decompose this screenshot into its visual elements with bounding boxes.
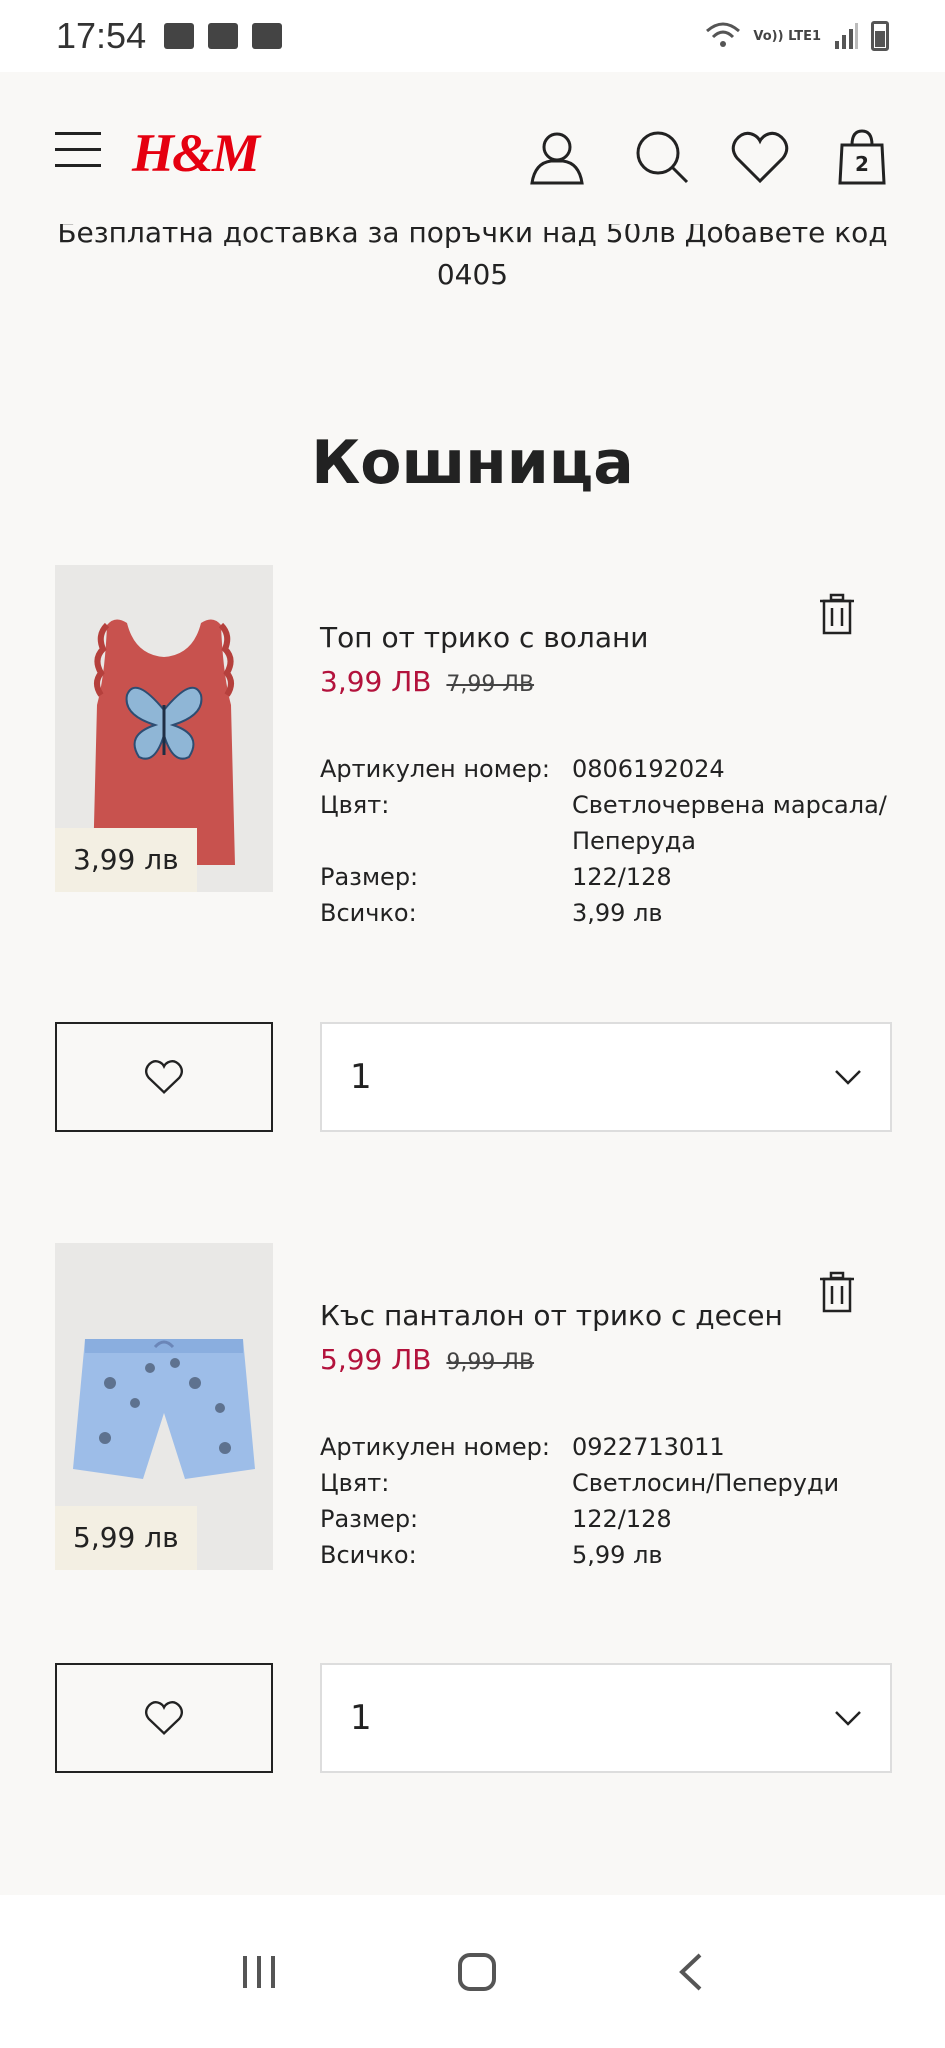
status-time: 17:54 bbox=[56, 15, 147, 56]
quantity-select[interactable]: 1 bbox=[320, 1663, 892, 1773]
search-icon[interactable] bbox=[632, 127, 692, 187]
heart-icon bbox=[145, 1060, 183, 1094]
wifi-icon bbox=[706, 22, 741, 47]
favorites-icon[interactable] bbox=[730, 127, 790, 187]
product-name[interactable]: Къс панталон от трико с десен bbox=[320, 1299, 783, 1332]
product-image[interactable]: 5,99 лв bbox=[55, 1243, 273, 1570]
total-value: 5,99 лв bbox=[572, 1541, 663, 1569]
cart-count-badge: 2 bbox=[855, 152, 869, 176]
price-row: 5,99 ЛВ 9,99 ЛВ bbox=[320, 1343, 534, 1376]
signal-icon bbox=[835, 23, 858, 49]
article-value: 0922713011 bbox=[572, 1433, 725, 1461]
article-value: 0806192024 bbox=[572, 755, 725, 783]
brand-logo[interactable]: H&M bbox=[132, 122, 260, 184]
add-to-favorites-button[interactable] bbox=[55, 1663, 273, 1773]
article-label: Артикулен номер: bbox=[320, 1433, 550, 1461]
original-price: 9,99 ЛВ bbox=[446, 1350, 535, 1375]
size-value: 122/128 bbox=[572, 1505, 672, 1533]
original-price: 7,99 ЛВ bbox=[446, 672, 535, 697]
back-icon[interactable] bbox=[676, 1952, 706, 1992]
battery-icon bbox=[871, 21, 889, 51]
color-label: Цвят: bbox=[320, 1469, 390, 1497]
color-value: Светлосин/Пеперуди bbox=[572, 1469, 840, 1497]
product-image[interactable]: 3,99 лв bbox=[55, 565, 273, 892]
trash-icon[interactable] bbox=[818, 593, 856, 635]
product-details: Артикулен номер: 0806192024 Цвят: Светло… bbox=[320, 751, 910, 931]
status-bar: 17:54 Vo)) LTE1 bbox=[0, 0, 945, 72]
color-value: Светлочервена марсала/ Пеперуда bbox=[572, 791, 887, 855]
network-label: Vo)) LTE1 bbox=[753, 28, 821, 44]
total-value: 3,99 лв bbox=[572, 899, 663, 927]
calendar-icon bbox=[252, 23, 283, 49]
color-label: Цвят: bbox=[320, 791, 390, 819]
add-to-favorites-button[interactable] bbox=[55, 1022, 273, 1132]
thumb-price: 3,99 лв bbox=[55, 828, 197, 892]
size-label: Размер: bbox=[320, 863, 419, 891]
system-nav-bar bbox=[0, 1895, 945, 2048]
quantity-value: 1 bbox=[350, 1057, 372, 1097]
recent-apps-icon[interactable] bbox=[239, 1954, 279, 1990]
thumb-price: 5,99 лв bbox=[55, 1506, 197, 1570]
product-name[interactable]: Топ от трико с волани bbox=[320, 621, 649, 654]
heart-icon bbox=[145, 1701, 183, 1735]
price-row: 3,99 ЛВ 7,99 ЛВ bbox=[320, 665, 534, 698]
chevron-down-icon bbox=[835, 1070, 861, 1085]
sale-price: 5,99 ЛВ bbox=[320, 1343, 432, 1376]
total-label: Всичко: bbox=[320, 899, 417, 927]
account-icon[interactable] bbox=[527, 127, 587, 187]
trash-icon[interactable] bbox=[818, 1271, 856, 1313]
total-label: Всичко: bbox=[320, 1541, 417, 1569]
quantity-value: 1 bbox=[350, 1698, 372, 1738]
quantity-select[interactable]: 1 bbox=[320, 1022, 892, 1132]
app-icon bbox=[208, 23, 239, 49]
size-label: Размер: bbox=[320, 1505, 419, 1533]
sale-price: 3,99 ЛВ bbox=[320, 665, 432, 698]
product-details: Артикулен номер: 0922713011 Цвят: Светло… bbox=[320, 1429, 910, 1573]
page-title: Кошница bbox=[311, 428, 634, 498]
article-label: Артикулен номер: bbox=[320, 755, 550, 783]
mail-icon bbox=[164, 23, 195, 49]
menu-icon[interactable] bbox=[55, 132, 101, 167]
chevron-down-icon bbox=[835, 1711, 861, 1726]
promo-banner: Безплатна доставка за поръчки над 50лв Д… bbox=[57, 216, 888, 291]
size-value: 122/128 bbox=[572, 863, 672, 891]
notification-icons bbox=[164, 23, 283, 49]
header-overlay: H&M 2 bbox=[0, 72, 945, 224]
home-icon[interactable] bbox=[457, 1952, 497, 1992]
